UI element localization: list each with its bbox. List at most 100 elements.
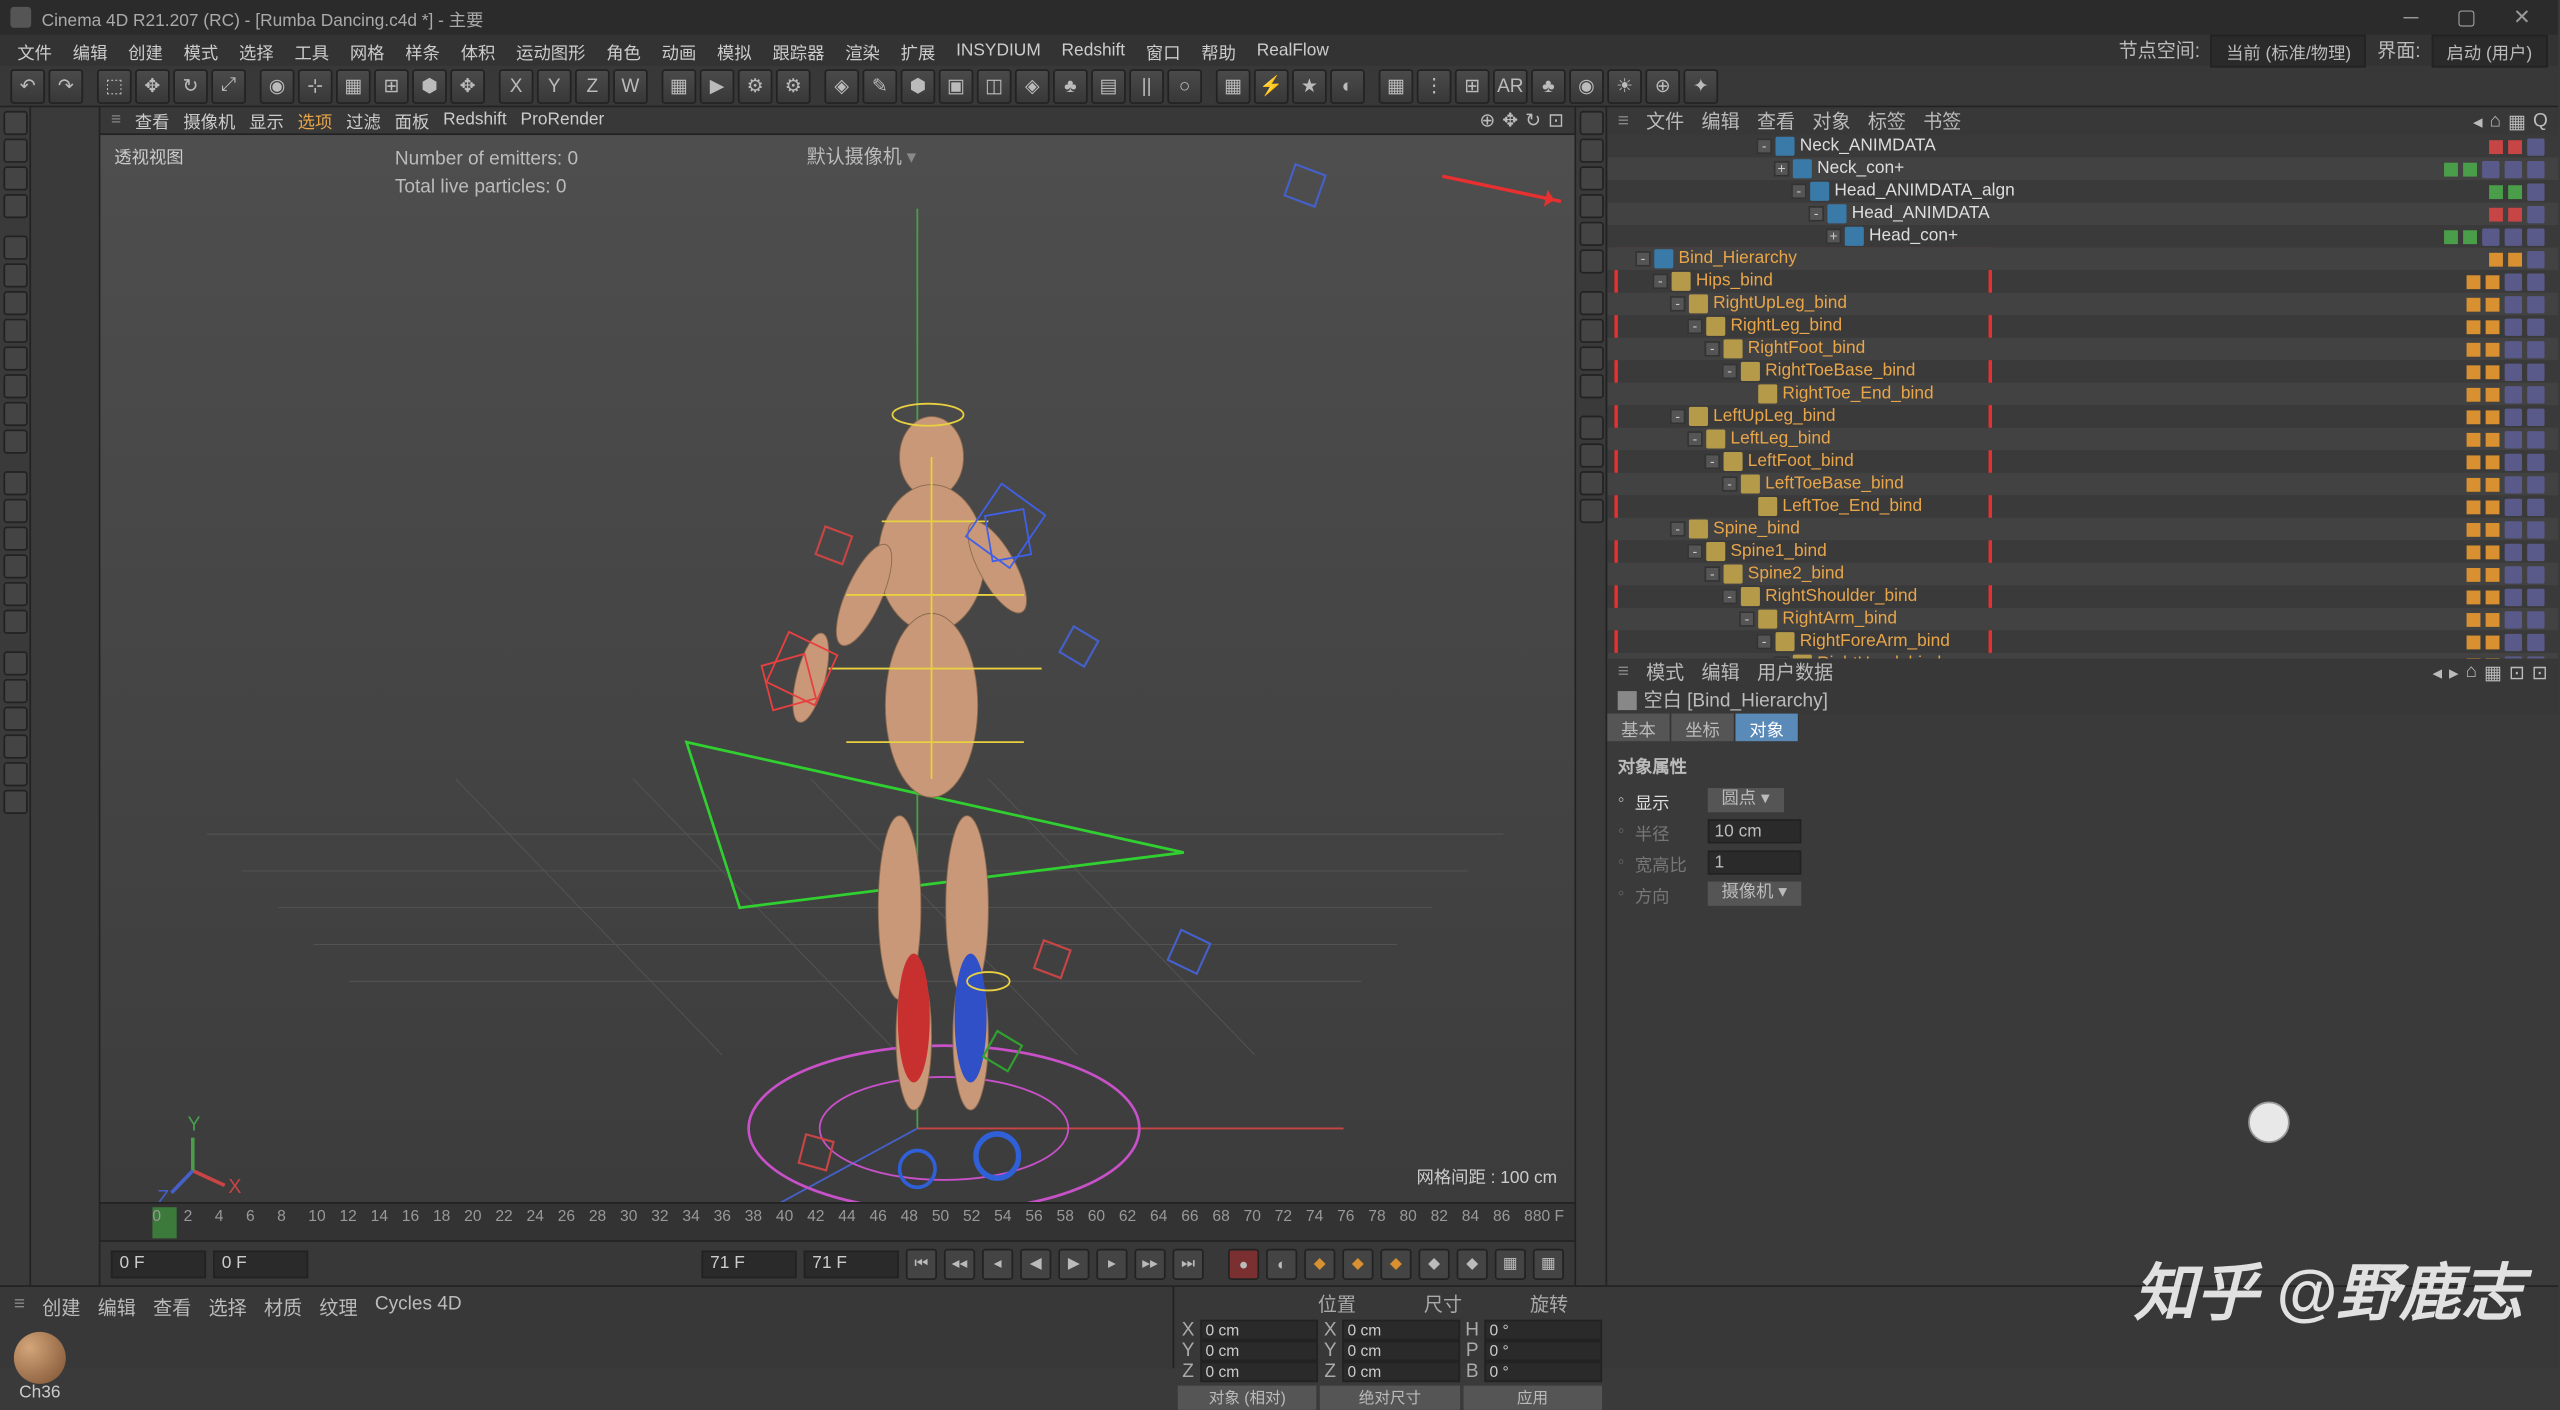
vp-menu-ProRender[interactable]: ProRender bbox=[521, 111, 605, 130]
tag-icon[interactable] bbox=[2504, 295, 2521, 312]
palette-tool[interactable] bbox=[76, 391, 95, 412]
palette-tool[interactable] bbox=[55, 430, 74, 451]
goto-start-button[interactable]: ⏮ bbox=[906, 1248, 937, 1279]
palette-tool[interactable] bbox=[3, 471, 27, 495]
palette-tool[interactable] bbox=[35, 294, 54, 315]
tag-icon[interactable] bbox=[2504, 656, 2521, 659]
palette-tool[interactable] bbox=[35, 551, 54, 572]
expand-toggle[interactable]: - bbox=[1722, 589, 1738, 605]
visibility-dot[interactable] bbox=[2444, 162, 2458, 176]
record-button[interactable]: ● bbox=[1228, 1248, 1259, 1279]
toolbar-button[interactable]: ◈ bbox=[824, 68, 859, 103]
palette-tool[interactable] bbox=[3, 790, 27, 814]
attr-tab-对象[interactable]: 对象 bbox=[1735, 714, 1799, 742]
toolbar-button[interactable]: || bbox=[1129, 68, 1164, 103]
palette-tool[interactable] bbox=[3, 291, 27, 315]
tag-icon[interactable] bbox=[2527, 611, 2544, 628]
minimize-button[interactable]: ─ bbox=[2385, 2, 2437, 33]
toolbar-button[interactable]: ✥ bbox=[450, 68, 485, 103]
prev-frame-button[interactable]: ◂ bbox=[982, 1248, 1013, 1279]
toolbar-button[interactable]: ⬢ bbox=[412, 68, 447, 103]
expand-toggle[interactable]: - bbox=[1670, 409, 1686, 425]
toolbar-button[interactable]: ▤ bbox=[1091, 68, 1126, 103]
attr-menu-编辑[interactable]: 编辑 bbox=[1702, 658, 1740, 686]
palette-tool[interactable] bbox=[3, 319, 27, 343]
prev-key-button[interactable]: ◂◂ bbox=[944, 1248, 975, 1279]
coord-rot[interactable] bbox=[1484, 1341, 1602, 1362]
vp-menu-过滤[interactable]: 过滤 bbox=[346, 107, 381, 133]
visibility-dot[interactable] bbox=[2466, 320, 2480, 334]
coord-size[interactable] bbox=[1342, 1320, 1460, 1341]
tag-icon[interactable] bbox=[2527, 228, 2544, 245]
tag-icon[interactable] bbox=[2504, 588, 2521, 605]
palette-tool[interactable] bbox=[35, 184, 54, 205]
toolbar-button[interactable]: ⤢ bbox=[211, 68, 246, 103]
menu-模拟[interactable]: 模拟 bbox=[710, 36, 758, 65]
tag-icon[interactable] bbox=[2504, 543, 2521, 560]
expand-toggle[interactable]: - bbox=[1791, 184, 1807, 200]
tag-icon[interactable] bbox=[2482, 160, 2499, 177]
palette-tool[interactable] bbox=[35, 391, 54, 412]
coord-mode-button[interactable]: 应用 bbox=[1463, 1386, 1602, 1410]
menu-跟踪器[interactable]: 跟踪器 bbox=[766, 36, 832, 65]
tag-icon[interactable] bbox=[2504, 520, 2521, 537]
palette-tool[interactable] bbox=[55, 391, 74, 412]
toolbar-button[interactable]: ◐ bbox=[1330, 68, 1365, 103]
attr-input[interactable] bbox=[1708, 819, 1802, 843]
tree-row[interactable]: -LeftLeg_bind bbox=[1607, 428, 2558, 451]
menu-创建[interactable]: 创建 bbox=[121, 36, 169, 65]
palette-tool[interactable] bbox=[3, 402, 27, 426]
visibility-dot[interactable] bbox=[2466, 612, 2480, 626]
tree-row[interactable]: +Neck_con+ bbox=[1607, 158, 2558, 181]
vp-menu-摄像机[interactable]: 摄像机 bbox=[183, 107, 235, 133]
viewport-tool[interactable] bbox=[1580, 249, 1604, 273]
tag-icon[interactable] bbox=[2504, 633, 2521, 650]
palette-tool[interactable] bbox=[76, 551, 95, 572]
obj-menu-查看[interactable]: 查看 bbox=[1757, 107, 1795, 135]
toolbar-button[interactable]: ⬚ bbox=[97, 68, 132, 103]
toolbar-button[interactable]: ⚙ bbox=[776, 68, 811, 103]
key-pos-button[interactable]: ◆ bbox=[1304, 1248, 1335, 1279]
coord-rot[interactable] bbox=[1484, 1361, 1602, 1382]
palette-tool[interactable] bbox=[76, 135, 95, 156]
tag-icon[interactable] bbox=[2527, 588, 2544, 605]
mat-menu-选择[interactable]: 选择 bbox=[209, 1294, 247, 1322]
tree-row[interactable]: -Head_ANIMDATA_algn bbox=[1607, 180, 2558, 203]
visibility-dot[interactable] bbox=[2466, 567, 2480, 581]
palette-tool[interactable] bbox=[3, 554, 27, 578]
obj-menu-书签[interactable]: 书签 bbox=[1923, 107, 1961, 135]
tree-row[interactable]: -Spine1_bind bbox=[1607, 540, 2558, 563]
palette-tool[interactable] bbox=[35, 135, 54, 156]
palette-tool[interactable] bbox=[3, 762, 27, 786]
visibility-dot[interactable] bbox=[2489, 139, 2503, 153]
palette-tool[interactable] bbox=[76, 343, 95, 364]
palette-tool[interactable] bbox=[35, 246, 54, 267]
layout-dropdown[interactable]: 启动 (用户) bbox=[2431, 34, 2548, 67]
tag-icon[interactable] bbox=[2527, 385, 2544, 402]
toolbar-button[interactable]: ✥ bbox=[135, 68, 170, 103]
tag-icon[interactable] bbox=[2527, 520, 2544, 537]
coord-pos[interactable] bbox=[1200, 1341, 1318, 1362]
toolbar-button[interactable]: ▣ bbox=[939, 68, 974, 103]
obj-menu-编辑[interactable]: 编辑 bbox=[1702, 107, 1740, 135]
tag-icon[interactable] bbox=[2504, 385, 2521, 402]
palette-tool[interactable] bbox=[55, 159, 74, 180]
palette-tool[interactable] bbox=[3, 263, 27, 287]
visibility-dot[interactable] bbox=[2466, 365, 2480, 379]
menu-运动图形[interactable]: 运动图形 bbox=[509, 36, 592, 65]
expand-toggle[interactable]: - bbox=[1670, 521, 1686, 537]
palette-tool[interactable] bbox=[76, 270, 95, 291]
visibility-dot[interactable] bbox=[2466, 545, 2480, 559]
toolbar-button[interactable]: ▦ bbox=[1379, 68, 1414, 103]
tag-icon[interactable] bbox=[2527, 363, 2544, 380]
object-tree[interactable]: -Neck_ANIMDATA+Neck_con+-Head_ANIMDATA_a… bbox=[1607, 135, 2558, 658]
palette-tool[interactable] bbox=[35, 637, 54, 658]
toolbar-button[interactable]: Z bbox=[575, 68, 610, 103]
palette-tool[interactable] bbox=[3, 707, 27, 731]
tl-opt2-button[interactable]: ▦ bbox=[1533, 1248, 1564, 1279]
tree-row[interactable]: -RightFoot_bind bbox=[1607, 338, 2558, 361]
key-rot-button[interactable]: ◆ bbox=[1380, 1248, 1411, 1279]
menu-文件[interactable]: 文件 bbox=[10, 36, 58, 65]
tag-icon[interactable] bbox=[2504, 340, 2521, 357]
close-button[interactable]: ✕ bbox=[2496, 2, 2548, 33]
